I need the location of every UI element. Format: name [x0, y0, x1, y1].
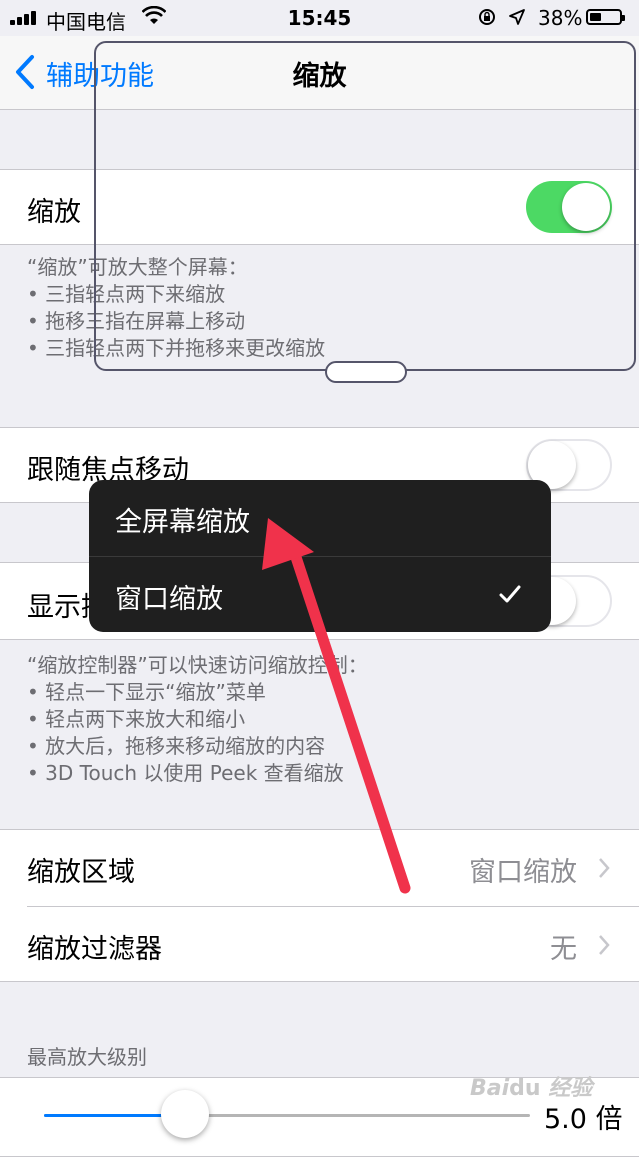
battery-percent: 38%	[538, 6, 583, 30]
zoom-region-row[interactable]: 缩放区域 窗口缩放	[0, 830, 639, 906]
chevron-right-icon	[599, 935, 610, 955]
status-bar: 中国电信 15:45 38%	[0, 0, 639, 36]
chevron-right-icon	[599, 858, 610, 878]
popup-item-fullscreen-zoom[interactable]: 全屏幕缩放	[89, 480, 551, 556]
zoom-region-popup-menu: 全屏幕缩放 窗口缩放	[89, 480, 551, 632]
zoom-region-value: 窗口缩放	[469, 857, 577, 888]
controller-footer: “缩放控制器”可以快速访问缩放控制： • 轻点一下显示“缩放”菜单 • 轻点两下…	[27, 652, 368, 787]
zoom-region-label: 缩放区域	[27, 857, 135, 888]
zoom-filter-value: 无	[550, 934, 577, 965]
footer-line: • 轻点一下显示“缩放”菜单	[27, 680, 266, 704]
battery-icon	[586, 9, 625, 25]
footer-line: • 放大后，拖移来移动缩放的内容	[27, 734, 326, 758]
max-zoom-value: 5.0 倍	[544, 1104, 623, 1135]
rotation-lock-icon	[479, 9, 495, 25]
zoom-window-handle[interactable]	[325, 361, 407, 383]
max-zoom-slider-thumb[interactable]	[160, 1090, 209, 1138]
watermark-logo: Baidu 经验	[470, 1076, 593, 1101]
popup-item-window-zoom[interactable]: 窗口缩放	[89, 557, 551, 632]
zoom-filter-label: 缩放过滤器	[27, 934, 162, 965]
zoom-label: 缩放	[27, 197, 81, 228]
zoom-options-group: 缩放区域 窗口缩放 缩放过滤器 无	[0, 829, 639, 982]
zoom-window-frame[interactable]	[94, 41, 636, 371]
popup-item-label: 全屏幕缩放	[115, 507, 250, 538]
zoom-filter-row[interactable]: 缩放过滤器 无	[0, 907, 639, 983]
footer-line: • 3D Touch 以使用 Peek 查看缩放	[27, 761, 344, 785]
checkmark-icon	[499, 585, 521, 603]
popup-item-label: 窗口缩放	[115, 584, 223, 615]
footer-line: • 轻点两下来放大和缩小	[27, 707, 246, 731]
location-arrow-icon	[509, 9, 525, 25]
max-zoom-header: 最高放大级别	[27, 1045, 147, 1069]
footer-intro: “缩放控制器”可以快速访问缩放控制：	[27, 653, 368, 677]
